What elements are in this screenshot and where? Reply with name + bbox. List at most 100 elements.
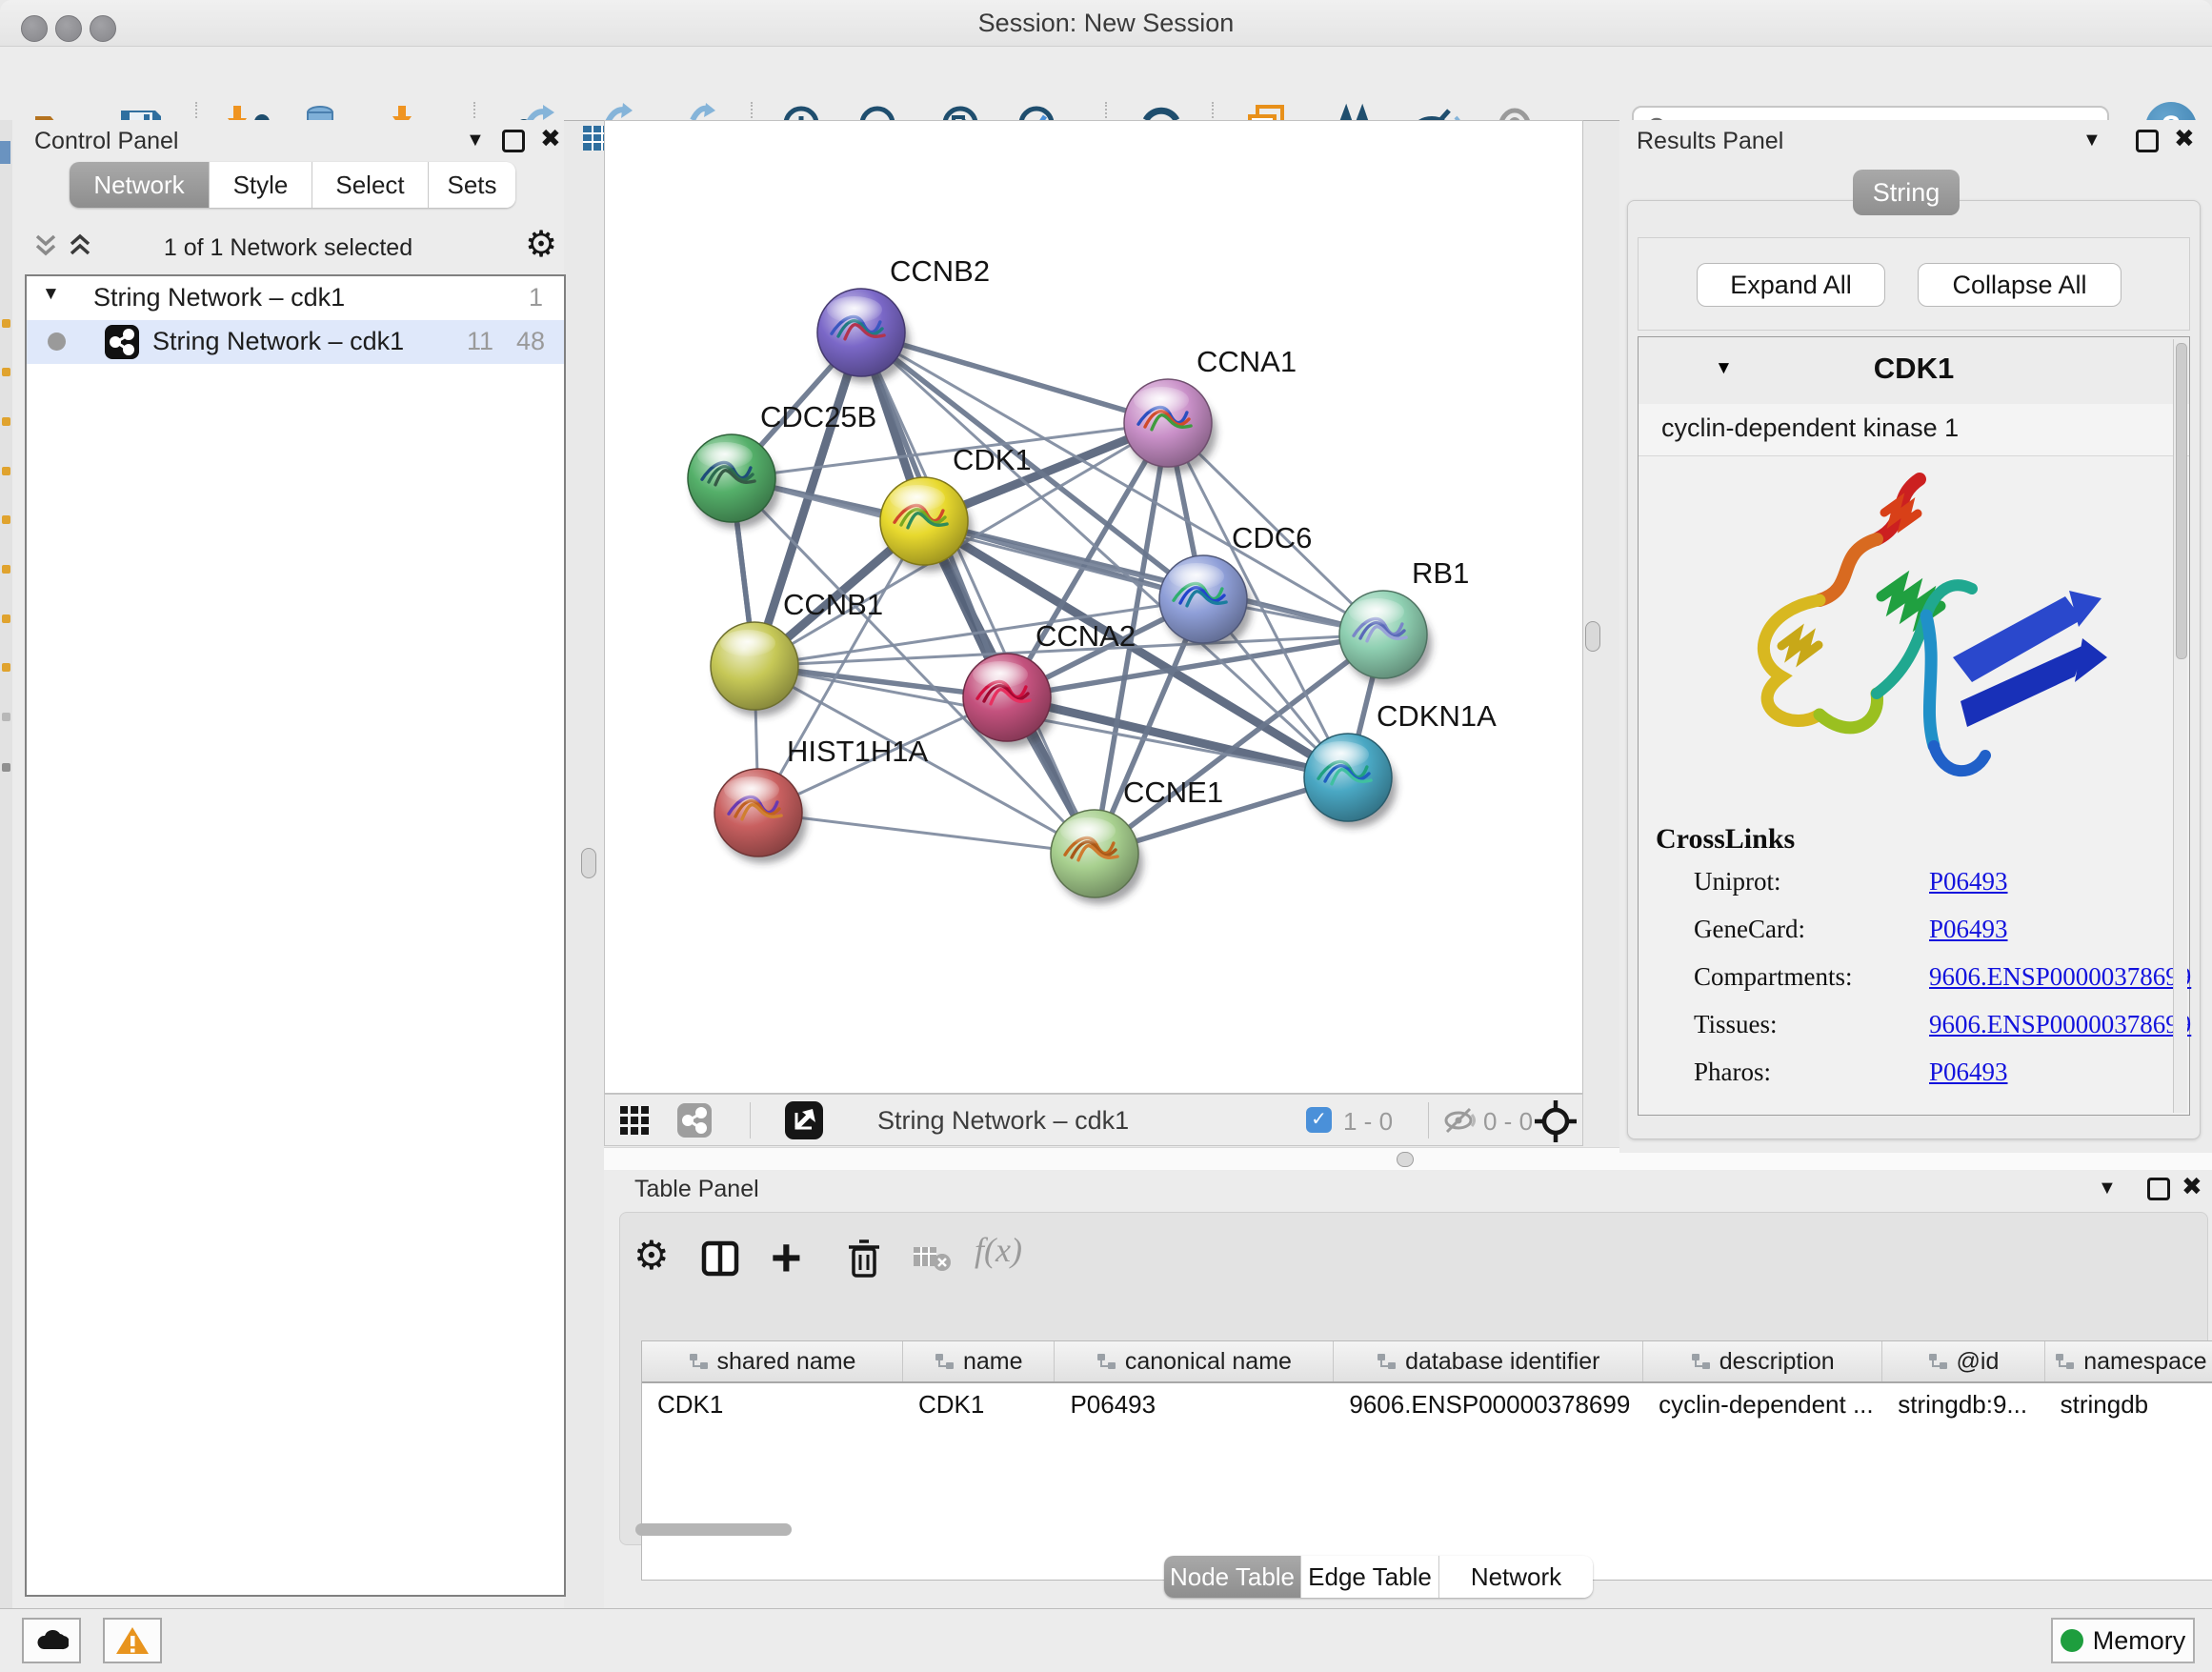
node-ccnb1[interactable]: CCNB1 bbox=[711, 588, 883, 716]
tab-network-table[interactable]: Network Table bbox=[1438, 1556, 1593, 1598]
control-panel-close-icon[interactable]: ✖ bbox=[540, 124, 561, 153]
delete-table-icon[interactable] bbox=[912, 1243, 952, 1279]
network-options-gear-icon[interactable]: ⚙ bbox=[525, 223, 557, 266]
selected-checkbox-icon[interactable]: ✓ bbox=[1306, 1107, 1332, 1133]
network-status-dot bbox=[48, 332, 66, 351]
protein-structure-image bbox=[1639, 455, 2187, 823]
selected-counts: 1 - 0 bbox=[1343, 1107, 1393, 1137]
table-cell[interactable]: stringdb:9... bbox=[1882, 1383, 2044, 1425]
results-panel-close-icon[interactable]: ✖ bbox=[2174, 124, 2195, 153]
network-graph[interactable]: CCNB2CCNA1CDC25BCDK1CDC6RB1CCNB1CCNA2CDK… bbox=[605, 121, 1582, 1093]
crosslink-link[interactable]: 9606.ENSP00000378699 bbox=[1929, 962, 2191, 992]
node-cdkn1a[interactable]: CDKN1A bbox=[1304, 699, 1497, 828]
warning-status-button[interactable] bbox=[103, 1618, 162, 1663]
add-column-icon[interactable]: + bbox=[771, 1226, 802, 1288]
column-header-shared-name[interactable]: shared name bbox=[642, 1341, 903, 1381]
string-results-container: Expand All Collapse All ▼ CDK1 cyclin-de… bbox=[1627, 200, 2201, 1139]
network-canvas[interactable]: CCNB2CCNA1CDC25BCDK1CDC6RB1CCNB1CCNA2CDK… bbox=[604, 120, 1583, 1094]
collapse-all-button[interactable]: Collapse All bbox=[1918, 263, 2122, 307]
edge-ccna2-cdkn1a[interactable] bbox=[1007, 697, 1348, 777]
function-builder-icon[interactable]: f(x) bbox=[975, 1230, 1022, 1270]
node-cdc6[interactable]: CDC6 bbox=[1159, 521, 1312, 650]
network-node-count: 11 bbox=[467, 327, 493, 356]
collection-count: 1 bbox=[529, 283, 543, 312]
table-panel-float-icon[interactable] bbox=[2147, 1178, 2170, 1200]
table-cell[interactable]: 9606.ENSP00000378699 bbox=[1334, 1383, 1643, 1425]
node-label-ccnb1: CCNB1 bbox=[783, 588, 883, 621]
tab-sets[interactable]: Sets bbox=[429, 162, 515, 208]
tab-string[interactable]: String bbox=[1853, 170, 1960, 215]
delete-column-icon[interactable] bbox=[845, 1238, 883, 1284]
results-panel-menu-icon[interactable]: ▼ bbox=[2082, 130, 2101, 151]
results-panel-float-icon[interactable] bbox=[2136, 130, 2159, 152]
table-panel-menu-icon[interactable]: ▼ bbox=[2098, 1178, 2117, 1199]
attribute-icon bbox=[935, 1352, 955, 1371]
column-header-description[interactable]: description bbox=[1643, 1341, 1882, 1381]
grid-mode-icon[interactable] bbox=[620, 1106, 651, 1141]
network-collection-row[interactable]: ▼ String Network – cdk1 1 bbox=[27, 276, 564, 320]
network-view-title: String Network – cdk1 bbox=[877, 1106, 1129, 1136]
edge-ccnb2-ccne1[interactable] bbox=[861, 332, 1095, 854]
table-cell[interactable]: P06493 bbox=[1055, 1383, 1334, 1425]
table-gear-icon[interactable]: ⚙ bbox=[633, 1232, 670, 1279]
table-panel-close-icon[interactable]: ✖ bbox=[2182, 1172, 2202, 1201]
edge-ccne1-hist1h1a[interactable] bbox=[758, 813, 1095, 854]
table-cell[interactable]: cyclin-dependent ... bbox=[1643, 1383, 1882, 1425]
left-splitter-handle[interactable] bbox=[581, 848, 596, 878]
tab-style[interactable]: Style bbox=[210, 162, 312, 208]
status-bar: Memory bbox=[0, 1608, 2212, 1672]
control-panel-float-icon[interactable] bbox=[502, 130, 525, 152]
crosslink-link[interactable]: 9606.ENSP00000378699 bbox=[1929, 1010, 2191, 1039]
tab-edge-table[interactable]: Edge Table bbox=[1300, 1556, 1438, 1598]
gene-panel: ▼ CDK1 cyclin-dependent kinase 1 bbox=[1638, 336, 2190, 1116]
memory-button[interactable]: Memory bbox=[2051, 1618, 2195, 1663]
table-panel-title: Table Panel bbox=[634, 1176, 759, 1203]
fit-selected-crosshair-icon[interactable] bbox=[1534, 1099, 1578, 1148]
results-scrollbar[interactable] bbox=[2173, 339, 2187, 1113]
cloud-status-button[interactable] bbox=[22, 1618, 81, 1663]
network-row-selected[interactable]: String Network – cdk1 11 48 bbox=[27, 320, 564, 364]
node-label-ccna2: CCNA2 bbox=[1036, 619, 1136, 653]
table-header-row: shared namenamecanonical namedatabase id… bbox=[642, 1341, 2212, 1383]
table-horizontal-scrollbar[interactable] bbox=[630, 1523, 2198, 1537]
attribute-icon bbox=[689, 1352, 710, 1371]
table-cell[interactable]: CDK1 bbox=[903, 1383, 1055, 1425]
crosslink-label: Pharos: bbox=[1694, 1058, 1771, 1086]
column-header-namespace[interactable]: namespace bbox=[2045, 1341, 2212, 1381]
gene-header[interactable]: ▼ CDK1 bbox=[1639, 337, 2189, 405]
column-header-canonical-name[interactable]: canonical name bbox=[1055, 1341, 1334, 1381]
tab-select[interactable]: Select bbox=[312, 162, 429, 208]
show-columns-icon[interactable] bbox=[700, 1239, 742, 1282]
birds-eye-toggle-icon[interactable] bbox=[785, 1101, 823, 1139]
tab-node-table[interactable]: Node Table bbox=[1164, 1556, 1300, 1598]
column-header-name[interactable]: name bbox=[903, 1341, 1055, 1381]
string-view-icon[interactable] bbox=[677, 1103, 712, 1138]
table-cell[interactable]: CDK1 bbox=[642, 1383, 903, 1425]
node-rb1[interactable]: RB1 bbox=[1339, 556, 1469, 685]
collection-collapse-icon[interactable]: ▼ bbox=[42, 284, 60, 305]
column-header-database-identifier[interactable]: database identifier bbox=[1334, 1341, 1643, 1381]
warning-icon bbox=[115, 1625, 150, 1656]
column-header--id[interactable]: @id bbox=[1882, 1341, 2044, 1381]
attribute-icon bbox=[1096, 1352, 1117, 1371]
table-cell[interactable]: stringdb bbox=[2045, 1383, 2212, 1425]
expand-all-button[interactable]: Expand All bbox=[1697, 263, 1885, 307]
bottom-splitter-handle[interactable] bbox=[1397, 1152, 1414, 1167]
node-ccna1[interactable]: CCNA1 bbox=[1124, 345, 1297, 473]
hidden-counts: 0 - 0 bbox=[1483, 1107, 1533, 1137]
results-panel: Results Panel ▼ ✖ String Expand All Coll… bbox=[1619, 120, 2212, 1153]
collection-label: String Network – cdk1 bbox=[93, 283, 345, 312]
tab-network[interactable]: Network bbox=[70, 162, 210, 208]
attribute-icon bbox=[1928, 1352, 1949, 1371]
main-toolbar: ? bbox=[0, 47, 2212, 121]
node-hist1h1a[interactable]: HIST1H1A bbox=[714, 735, 928, 863]
table-row[interactable]: CDK1CDK1P064939606.ENSP00000378699cyclin… bbox=[642, 1383, 2212, 1425]
node-label-hist1h1a: HIST1H1A bbox=[787, 735, 928, 768]
right-splitter-handle[interactable] bbox=[1585, 621, 1600, 652]
control-panel-menu-icon[interactable]: ▼ bbox=[466, 130, 485, 151]
crosslink-link[interactable]: P06493 bbox=[1929, 915, 2008, 944]
crosslink-link[interactable]: P06493 bbox=[1929, 867, 2008, 896]
crosslink-row: GeneCard:P06493 bbox=[1694, 915, 2172, 962]
hidden-eye-icon[interactable] bbox=[1443, 1107, 1478, 1138]
crosslink-link[interactable]: P06493 bbox=[1929, 1058, 2008, 1087]
